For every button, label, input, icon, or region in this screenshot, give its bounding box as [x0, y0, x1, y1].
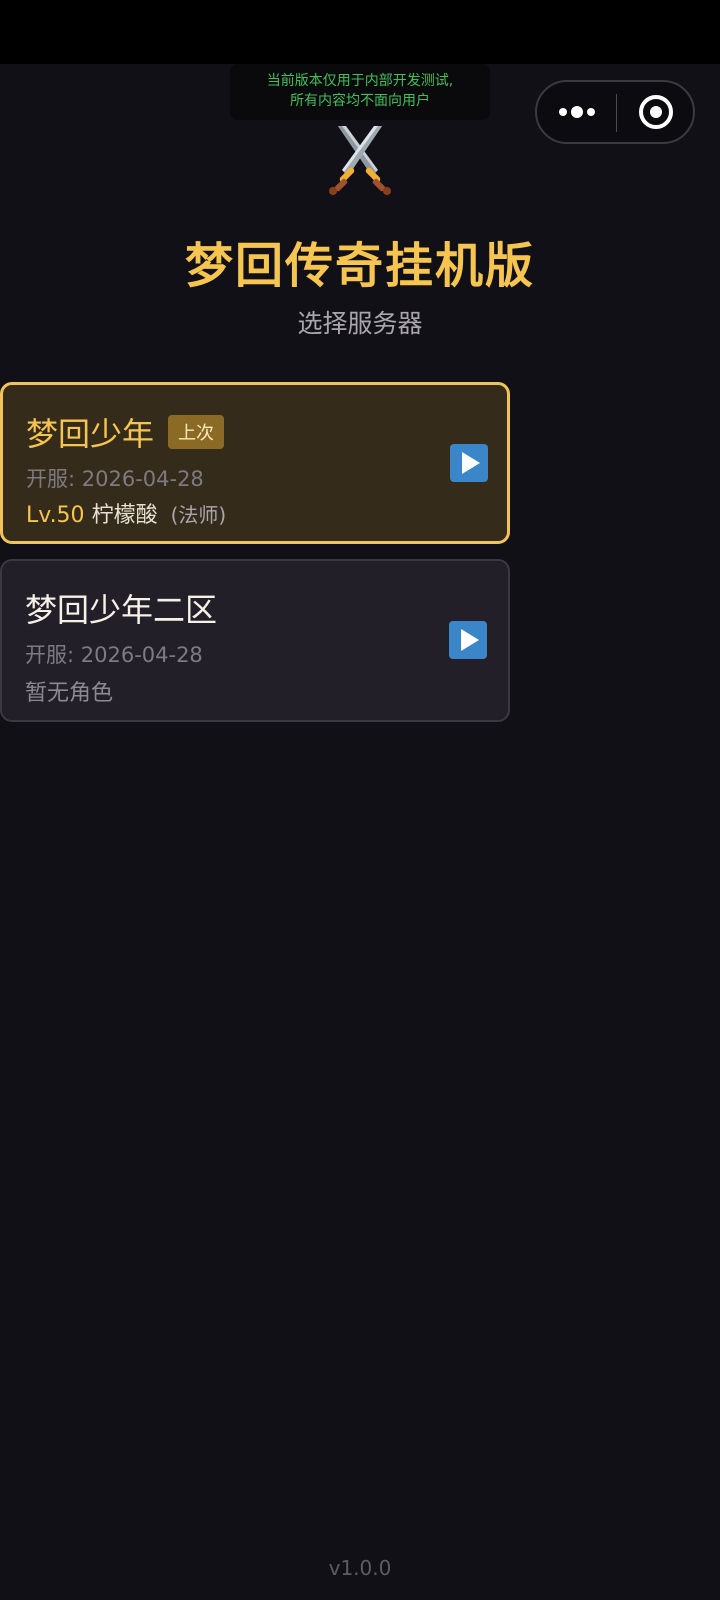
- target-icon: [639, 95, 673, 129]
- server-open-date: 开服: 2026-04-28: [25, 643, 203, 667]
- status-bar: [0, 0, 720, 64]
- no-character-text: 暂无角色: [25, 681, 114, 706]
- server-name: 梦回少年: [26, 415, 155, 453]
- enter-server-button[interactable]: [449, 621, 487, 659]
- app-version: v1.0.0: [328, 1556, 392, 1580]
- more-button[interactable]: [537, 82, 616, 142]
- last-played-badge: 上次: [168, 415, 225, 449]
- server-name: 梦回少年二区: [25, 591, 218, 629]
- server-card-2[interactable]: 梦回少年二区 开服: 2026-04-28 暂无角色: [0, 559, 510, 722]
- crossed-swords-icon: [320, 118, 400, 198]
- enter-server-button[interactable]: [450, 444, 488, 482]
- page-subtitle: 选择服务器: [297, 309, 423, 338]
- server-name-row: 梦回少年二区: [25, 585, 217, 631]
- dev-notice-line1: 当前版本仅用于内部开发测试,: [266, 73, 454, 89]
- more-icon: [558, 106, 595, 118]
- server-name-row: 梦回少年 上次: [26, 409, 225, 455]
- character-level: Lv.50: [26, 503, 85, 528]
- character-info: Lv.50 柠檬酸 (法师): [26, 497, 226, 529]
- miniapp-capsule: [535, 80, 695, 144]
- character-class: (法师): [170, 503, 227, 527]
- server-card-1[interactable]: 梦回少年 上次 开服: 2026-04-28 Lv.50 柠檬酸 (法师): [0, 382, 510, 544]
- dev-notice: 当前版本仅用于内部开发测试, 所有内容均不面向用户: [230, 64, 490, 120]
- server-open-date: 开服: 2026-04-28: [26, 467, 204, 491]
- character-name: 柠檬酸: [91, 503, 158, 528]
- page-title: 梦回传奇挂机版: [184, 238, 535, 294]
- dev-notice-line2: 所有内容均不面向用户: [290, 93, 430, 109]
- play-icon: [462, 452, 480, 474]
- play-icon: [461, 629, 479, 651]
- close-miniapp-button[interactable]: [617, 82, 695, 142]
